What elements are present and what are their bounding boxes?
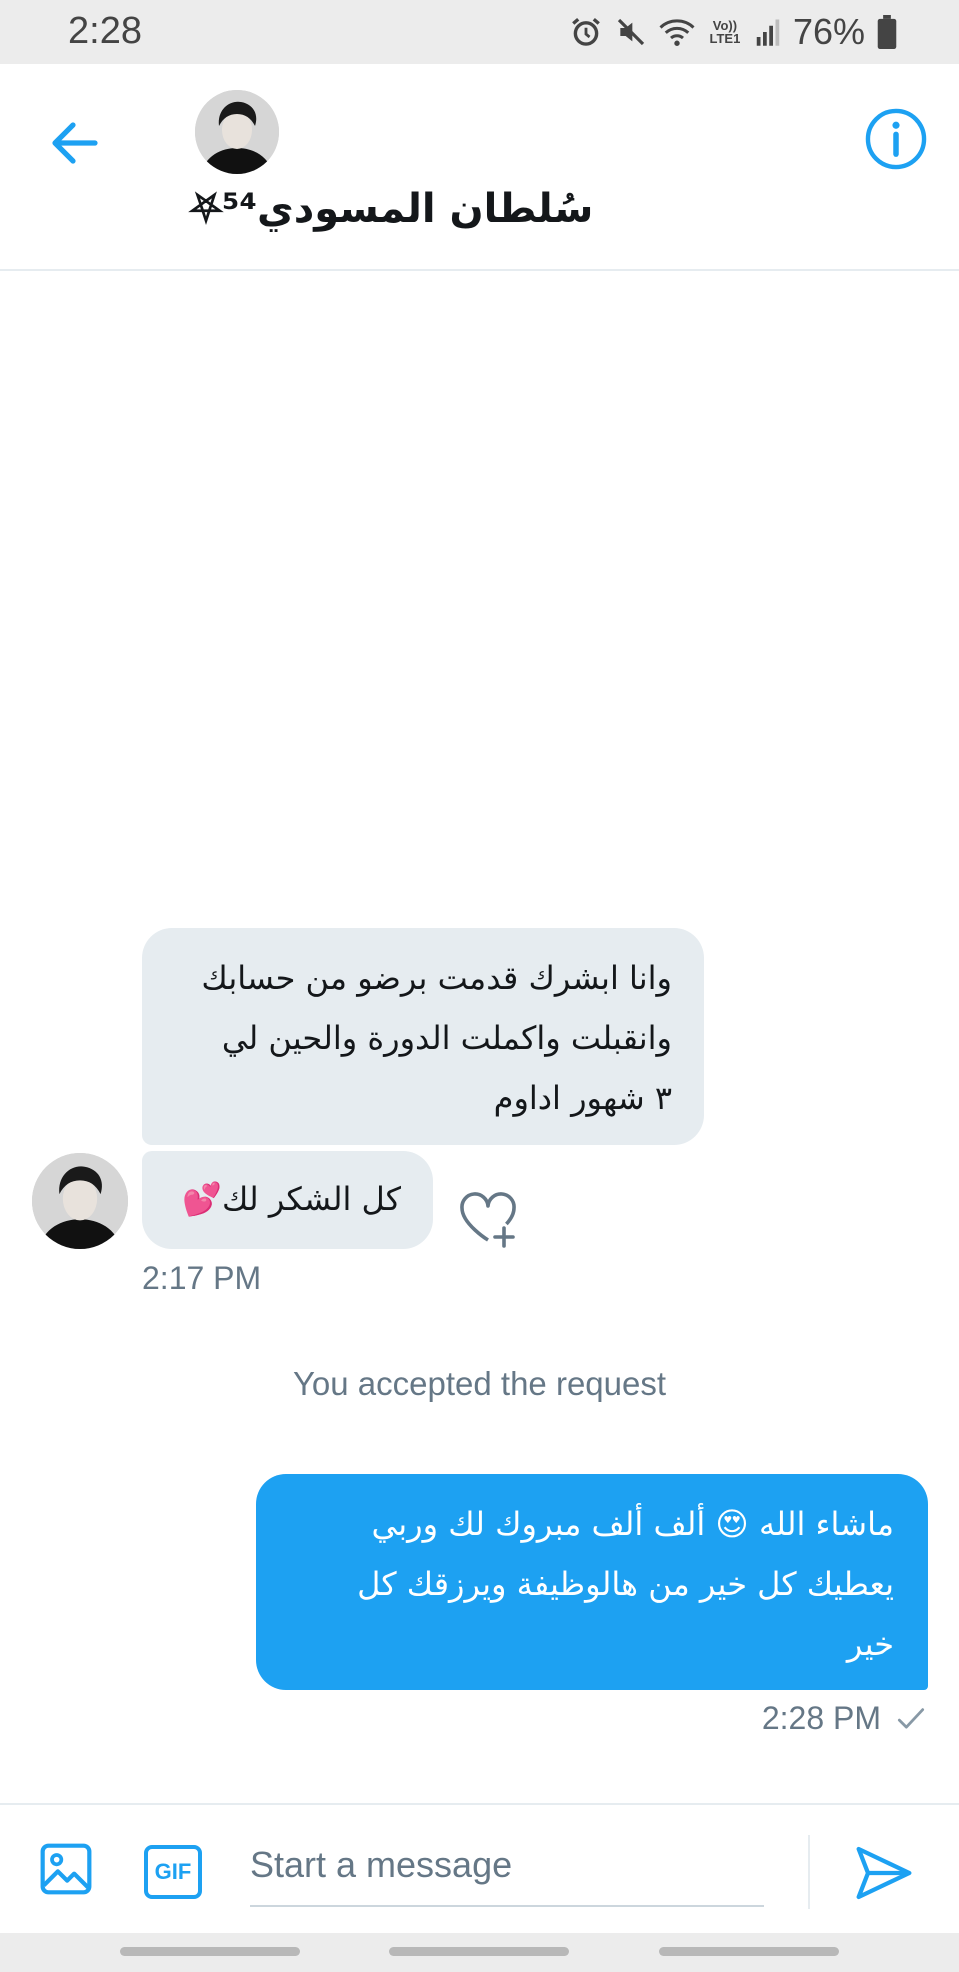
system-message: You accepted the request (292, 1365, 667, 1402)
received-message-bubble[interactable]: كل الشكر لك💕 (142, 1151, 433, 1249)
network-type-label: Vo)) LTE1 (709, 18, 741, 46)
sent-timestamp-row: 2:28 PM (762, 1700, 925, 1737)
received-message-bubble[interactable]: وانا ابشرك قدمت برضو من حسابك وانقبلت وا… (142, 928, 704, 1145)
contact-name[interactable]: سُلطان المسودي⁵⁴⛧ (190, 186, 593, 232)
sender-avatar[interactable] (32, 1153, 128, 1249)
info-button[interactable] (863, 106, 929, 172)
send-icon (856, 1846, 912, 1900)
message-line: ٣ شهور اداوم (493, 1079, 672, 1117)
nav-back-button[interactable] (659, 1947, 839, 1956)
received-timestamp: 2:17 PM (142, 1260, 262, 1296)
signal-icon (756, 19, 780, 46)
sent-timestamp: 2:28 PM (761, 1700, 881, 1736)
image-icon (40, 1843, 92, 1895)
gif-button[interactable]: GIF (144, 1845, 202, 1899)
checkmark-icon (897, 1707, 925, 1729)
avatar-photo (195, 90, 279, 174)
alarm-icon (572, 17, 600, 46)
avatar-photo (32, 1153, 128, 1249)
message-input[interactable] (250, 1825, 764, 1907)
system-navigation-bar (0, 1933, 959, 1972)
arrow-left-icon (52, 122, 98, 164)
wifi-icon (659, 19, 695, 46)
add-reaction-button[interactable] (456, 1186, 520, 1250)
message-text: كل الشكر لك💕 (182, 1180, 401, 1218)
back-button[interactable] (44, 112, 106, 174)
message-line: ماشاء الله 😍 ألف ألف مبروك لك وربي (371, 1505, 894, 1543)
status-bar: 2:28 Vo)) LTE1 76% (0, 0, 959, 64)
sent-message-bubble[interactable]: ماشاء الله 😍 ألف ألف مبروك لك وربي يعطيك… (256, 1474, 928, 1690)
status-icons: Vo)) LTE1 76% (569, 11, 897, 52)
info-icon (865, 108, 927, 170)
contact-avatar[interactable] (195, 90, 279, 174)
nav-recents-button[interactable] (120, 1947, 300, 1956)
compose-bar: GIF (0, 1803, 959, 1933)
add-photo-button[interactable] (38, 1841, 94, 1897)
nav-home-button[interactable] (389, 1947, 569, 1956)
message-line: وانقبلت واكملت الدورة والحين لي (221, 1019, 672, 1057)
divider (808, 1835, 810, 1909)
conversation-header: سُلطان المسودي⁵⁴⛧ (0, 64, 959, 271)
heart-plus-icon (460, 1192, 516, 1248)
message-line: يعطيك كل خير من هالوظيفة ويرزقك كل (357, 1565, 894, 1603)
status-time: 2:28 (68, 10, 142, 52)
message-line: وانا ابشرك قدمت برضو من حسابك (201, 959, 672, 997)
battery-percent: 76% (792, 11, 865, 52)
send-button[interactable] (852, 1841, 916, 1905)
message-line: خير (846, 1625, 894, 1663)
mute-icon (617, 18, 645, 46)
battery-icon (877, 15, 897, 49)
